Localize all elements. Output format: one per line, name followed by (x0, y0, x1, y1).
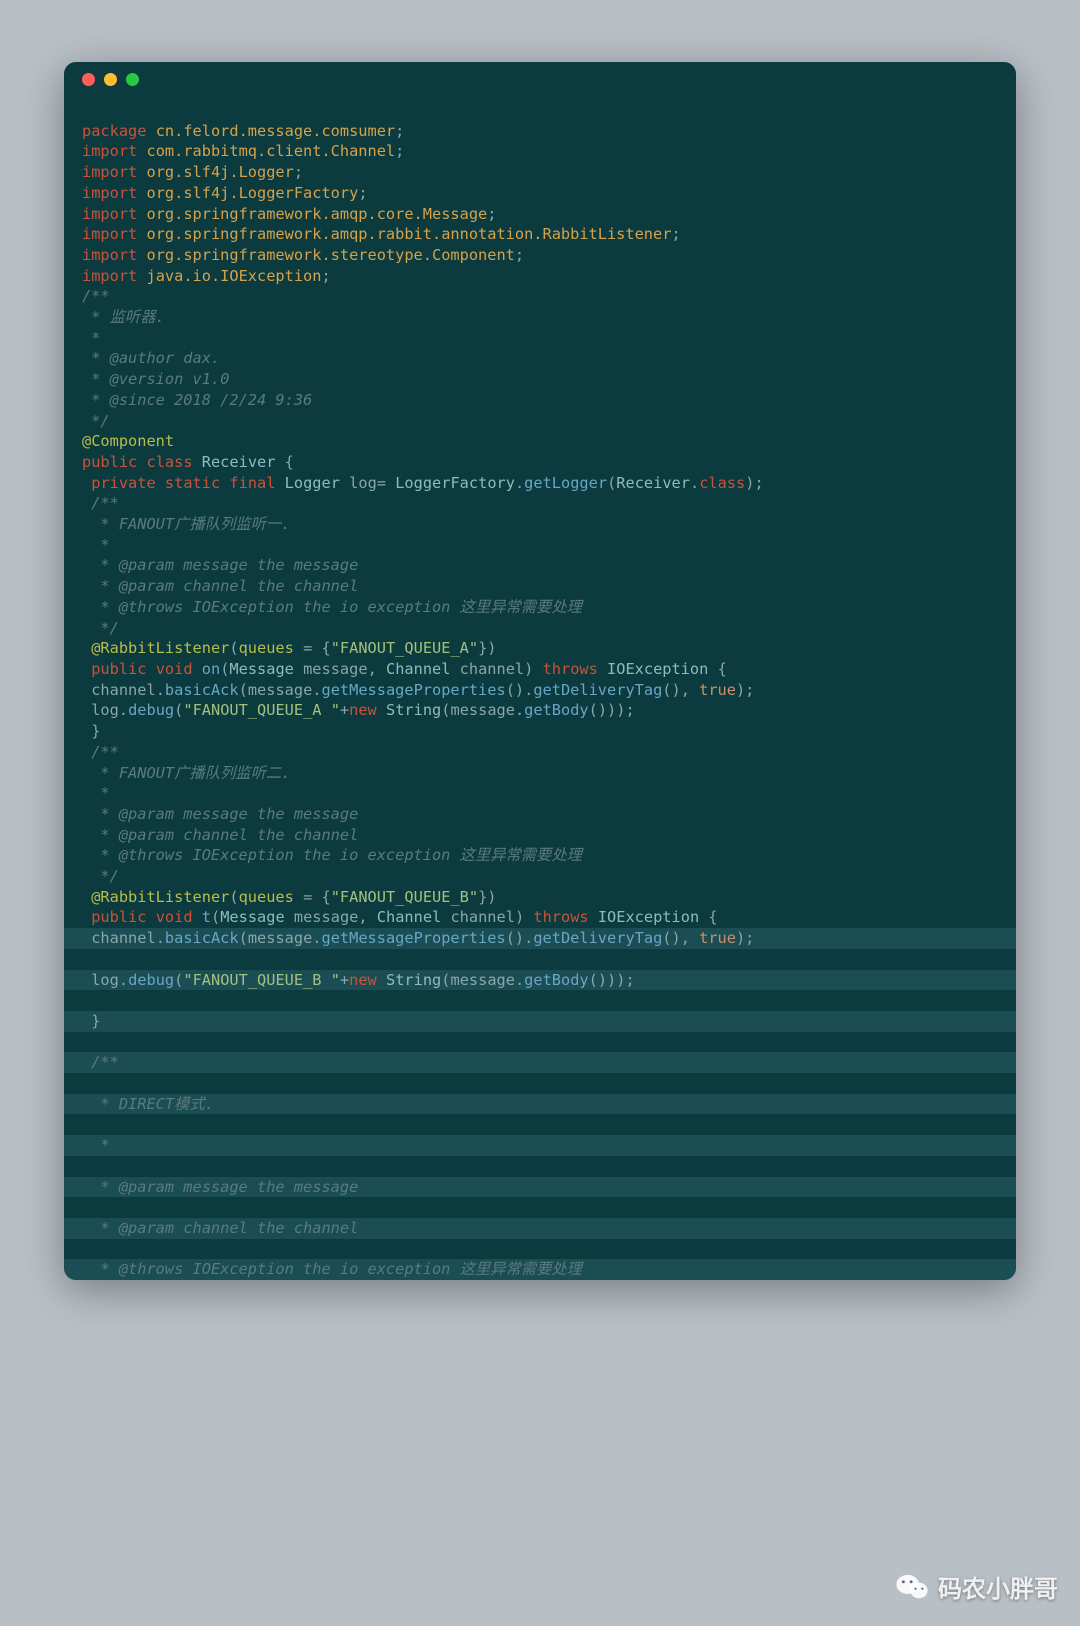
code-terminal-window: package cn.felord.message.comsumer; impo… (64, 62, 1016, 1280)
close-icon[interactable] (82, 73, 95, 86)
maximize-icon[interactable] (126, 73, 139, 86)
package-name: cn.felord.message.comsumer (156, 122, 395, 140)
watermark-text: 码农小胖哥 (938, 1569, 1058, 1604)
keyword-package: package (82, 122, 146, 140)
minimize-icon[interactable] (104, 73, 117, 86)
annotation-component: @Component (82, 432, 174, 450)
wechat-icon (896, 1574, 928, 1600)
watermark: 码农小胖哥 (896, 1569, 1058, 1604)
window-titlebar (64, 62, 1016, 96)
class-name: Receiver (202, 453, 276, 471)
code-block: package cn.felord.message.comsumer; impo… (64, 96, 1016, 1280)
